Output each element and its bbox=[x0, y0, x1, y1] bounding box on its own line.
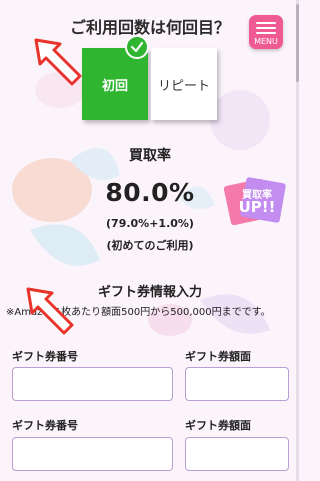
menu-icon-bar bbox=[256, 27, 276, 29]
gift-amount-label: ギフト券額面 bbox=[185, 419, 251, 432]
option-repeat-label: リピート bbox=[157, 78, 210, 94]
badge-line2: UP!! bbox=[238, 198, 276, 216]
menu-icon-bar bbox=[256, 32, 276, 34]
gift-amount-input[interactable] bbox=[185, 367, 289, 401]
menu-icon bbox=[256, 22, 276, 24]
rate-up-badge: 買取率 UP!! bbox=[223, 176, 287, 228]
rate-title: 買取率 bbox=[129, 148, 171, 164]
gift-amount-input[interactable] bbox=[185, 437, 289, 471]
gift-amount-label: ギフト券額面 bbox=[185, 350, 251, 363]
option-first-label: 初回 bbox=[101, 78, 128, 94]
check-icon bbox=[125, 35, 149, 59]
menu-label: MENU bbox=[254, 37, 278, 46]
red-arrow-icon bbox=[34, 38, 82, 86]
menu-button[interactable]: MENU bbox=[249, 15, 283, 49]
red-arrow-icon bbox=[26, 287, 74, 335]
gift-number-input[interactable] bbox=[12, 437, 173, 471]
option-repeat[interactable]: リピート bbox=[151, 48, 217, 120]
gift-number-label: ギフト券番号 bbox=[12, 350, 78, 363]
gift-number-label: ギフト券番号 bbox=[12, 419, 78, 432]
gift-number-input[interactable] bbox=[12, 367, 173, 401]
rate-note: (初めてのご利用) bbox=[106, 239, 194, 252]
